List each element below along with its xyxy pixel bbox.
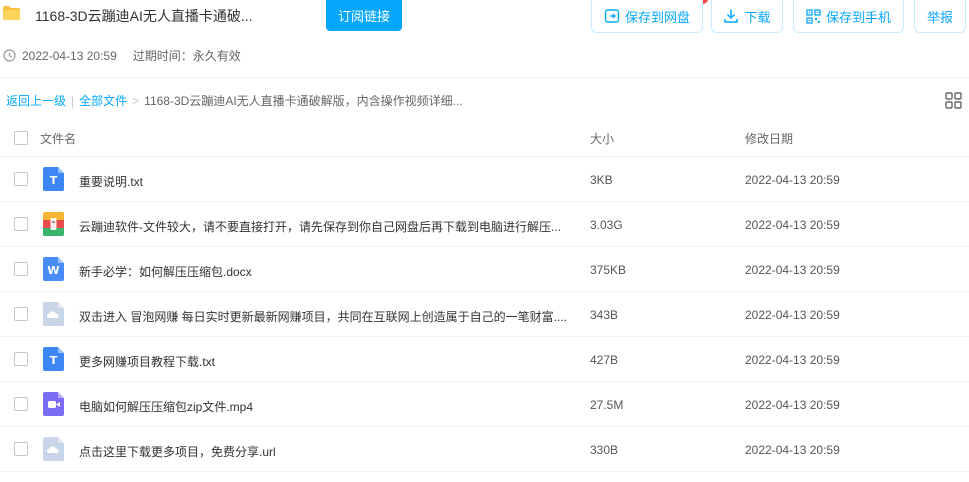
file-name[interactable]: 云蹦迪软件-文件较大，请不要直接打开，请先保存到你自己网盘后再下载到电脑进行解压… bbox=[79, 218, 561, 235]
file-name[interactable]: 点击这里下载更多项目，免费分享.url bbox=[79, 443, 276, 460]
share-date: 2022-04-13 20:59 bbox=[22, 48, 117, 63]
select-all-checkbox[interactable] bbox=[14, 131, 28, 145]
row-checkbox[interactable] bbox=[14, 217, 28, 231]
file-size: 427B bbox=[590, 353, 619, 367]
file-size: 343B bbox=[590, 308, 619, 322]
txt-file-icon: T bbox=[43, 347, 64, 371]
share-meta: 2022-04-13 20:59 过期时间：永久有效 bbox=[3, 47, 241, 64]
file-name[interactable]: 新手必学：如何解压压缩包.docx bbox=[79, 263, 252, 280]
grid-view-icon[interactable] bbox=[945, 92, 962, 109]
row-checkbox[interactable] bbox=[14, 442, 28, 456]
column-filename[interactable]: 文件名 bbox=[40, 130, 76, 147]
txt-file-icon: T bbox=[43, 167, 64, 191]
file-date: 2022-04-13 20:59 bbox=[745, 398, 840, 412]
row-checkbox[interactable] bbox=[14, 172, 28, 186]
save-to-phone-label: 保存到手机 bbox=[825, 9, 891, 25]
save-to-disk-label: 保存到网盘 bbox=[624, 9, 690, 25]
save-to-phone-button[interactable]: 保存到手机 bbox=[793, 0, 904, 33]
file-date: 2022-04-13 20:59 bbox=[745, 443, 840, 457]
word-file-icon: W bbox=[43, 257, 64, 281]
file-date: 2022-04-13 20:59 bbox=[745, 218, 840, 232]
clock-icon bbox=[3, 49, 16, 62]
file-row[interactable]: 双击进入 冒泡网赚 每日实时更新最新网赚项目，共同在互联网上创造属于自己的一笔财… bbox=[0, 292, 969, 337]
file-name[interactable]: 更多网赚项目教程下载.txt bbox=[79, 353, 215, 370]
share-header: 1168-3D云蹦迪AI无人直播卡通破... 订阅链接 保存到网盘 下载 保存到… bbox=[0, 0, 969, 78]
file-name[interactable]: 重要说明.txt bbox=[79, 173, 143, 190]
file-row[interactable]: W 新手必学：如何解压压缩包.docx 375KB 2022-04-13 20:… bbox=[0, 247, 969, 292]
file-size: 375KB bbox=[590, 263, 627, 277]
expire-text: 过期时间：永久有效 bbox=[132, 49, 241, 63]
file-date: 2022-04-13 20:59 bbox=[745, 173, 840, 187]
cloud-file-icon bbox=[43, 302, 64, 326]
breadcrumb: 返回上一级 | 全部文件 > 1168-3D云蹦迪AI无人直播卡通破解版，内含操… bbox=[6, 92, 463, 109]
back-link[interactable]: 返回上一级 bbox=[6, 92, 66, 109]
file-name[interactable]: 电脑如何解压压缩包zip文件.mp4 bbox=[79, 398, 253, 415]
subscribe-link-button[interactable]: 订阅链接 bbox=[326, 0, 402, 31]
share-title: 1168-3D云蹦迪AI无人直播卡通破... bbox=[35, 8, 253, 24]
download-label: 下载 bbox=[744, 9, 771, 25]
save-to-disk-button[interactable]: 保存到网盘 bbox=[591, 0, 703, 33]
save-to-disk-icon bbox=[604, 9, 620, 23]
svg-text:W: W bbox=[47, 264, 59, 277]
file-row[interactable]: 电脑如何解压压缩包zip文件.mp4 27.5M 2022-04-13 20:5… bbox=[0, 382, 969, 427]
cloud-file-icon bbox=[43, 437, 64, 461]
row-checkbox[interactable] bbox=[14, 397, 28, 411]
file-row[interactable]: T 更多网赚项目教程下载.txt 427B 2022-04-13 20:59 bbox=[0, 337, 969, 382]
svg-text:T: T bbox=[50, 354, 58, 367]
qr-code-icon bbox=[806, 8, 821, 24]
file-row[interactable]: T 重要说明.txt 3KB 2022-04-13 20:59 bbox=[0, 157, 969, 202]
row-checkbox[interactable] bbox=[14, 262, 28, 276]
file-date: 2022-04-13 20:59 bbox=[745, 263, 840, 277]
svg-text:T: T bbox=[50, 174, 58, 187]
video-file-icon bbox=[43, 392, 64, 416]
file-row[interactable]: 点击这里下载更多项目，免费分享.url 330B 2022-04-13 20:5… bbox=[0, 427, 969, 472]
row-checkbox[interactable] bbox=[14, 307, 28, 321]
row-checkbox[interactable] bbox=[14, 352, 28, 366]
file-size: 3KB bbox=[590, 173, 613, 187]
folder-icon bbox=[3, 6, 20, 20]
breadcrumb-arrow: > bbox=[132, 93, 140, 108]
file-size: 3.03G bbox=[590, 218, 623, 232]
breadcrumb-separator: | bbox=[71, 93, 75, 108]
file-size: 330B bbox=[590, 443, 619, 457]
file-name[interactable]: 双击进入 冒泡网赚 每日实时更新最新网赚项目，共同在互联网上创造属于自己的一笔财… bbox=[79, 308, 567, 325]
file-table-header: 文件名 大小 修改日期 bbox=[0, 116, 969, 157]
all-files-link[interactable]: 全部文件 bbox=[79, 92, 127, 109]
file-row[interactable]: 云蹦迪软件-文件较大，请不要直接打开，请先保存到你自己网盘后再下载到电脑进行解压… bbox=[0, 202, 969, 247]
download-button[interactable]: 下载 bbox=[711, 0, 783, 33]
file-date: 2022-04-13 20:59 bbox=[745, 353, 840, 367]
archive-file-icon bbox=[43, 212, 64, 236]
report-button[interactable]: 举报 bbox=[914, 0, 966, 33]
file-size: 27.5M bbox=[590, 398, 624, 412]
breadcrumb-current: 1168-3D云蹦迪AI无人直播卡通破解版，内含操作视频详细... bbox=[144, 94, 463, 108]
file-date: 2022-04-13 20:59 bbox=[745, 308, 840, 322]
column-size[interactable]: 大小 bbox=[590, 130, 614, 147]
column-modified-date[interactable]: 修改日期 bbox=[745, 130, 793, 147]
download-icon bbox=[724, 9, 739, 23]
